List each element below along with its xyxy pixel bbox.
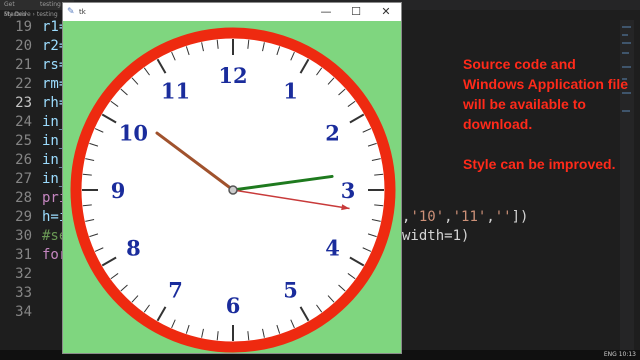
string-empty: '' [494,209,512,225]
line-number: 30 [15,228,32,244]
clock-number: 7 [168,278,183,303]
clock-number: 1 [283,78,298,103]
clock-number: 2 [325,121,340,146]
line-number: 25 [15,133,32,149]
clock-canvas: 12 1 2 3 4 5 6 7 8 9 10 11 [63,21,401,353]
clock-number: 5 [283,278,298,303]
line-number: 29 [15,209,32,225]
line-number: 31 [15,247,32,263]
line-number: 32 [15,266,32,282]
string-10: '10' [410,209,445,225]
center-pin [228,185,238,195]
line-number: 24 [15,114,32,130]
tk-title-bar[interactable]: ✎ tk — ☐ ✕ [63,3,401,21]
feather-icon: ✎ [67,7,75,17]
clock-number: 8 [126,236,141,261]
line-number: 33 [15,285,32,301]
close-button[interactable]: ✕ [371,3,401,21]
line-number: 22 [15,76,32,92]
line-number: 26 [15,152,32,168]
clock-number: 10 [119,121,148,146]
clock-number: 11 [161,78,190,103]
line-number: 28 [15,190,32,206]
note-style: Style can be improved. [463,156,616,172]
code-line-29-tail: ,'10','11','']) [402,209,529,225]
code-line-30-tail: width=1) [402,228,470,244]
string-11: '11' [452,209,487,225]
window-title: tk [79,8,86,16]
clock-number: 9 [111,178,126,203]
maximize-button[interactable]: ☐ [341,3,371,21]
line-number: 21 [15,57,32,73]
clock-number: 12 [218,63,247,88]
note-source-code: Source code and Windows Application file… [463,56,629,132]
annotation-note: Source code and Windows Application file… [463,54,633,174]
system-tray[interactable]: ENG 10:13 [604,351,636,358]
analog-clock: 121234567891011 [70,27,396,353]
tab-get-started[interactable]: Get Started [0,0,38,18]
line-number: 23 [15,95,32,111]
line-number: 27 [15,171,32,187]
line-number: 34 [15,304,32,320]
clock-number: 3 [341,178,356,203]
tk-window: ✎ tk — ☐ ✕ 12 1 2 3 4 5 6 7 8 9 10 11 [62,2,402,354]
minimize-button[interactable]: — [311,3,341,21]
line-number: 19 [15,19,32,35]
clock-number: 6 [226,293,241,318]
bracket-close: ]) [511,209,529,225]
line-number: 20 [15,38,32,54]
clock-number: 4 [325,236,340,261]
